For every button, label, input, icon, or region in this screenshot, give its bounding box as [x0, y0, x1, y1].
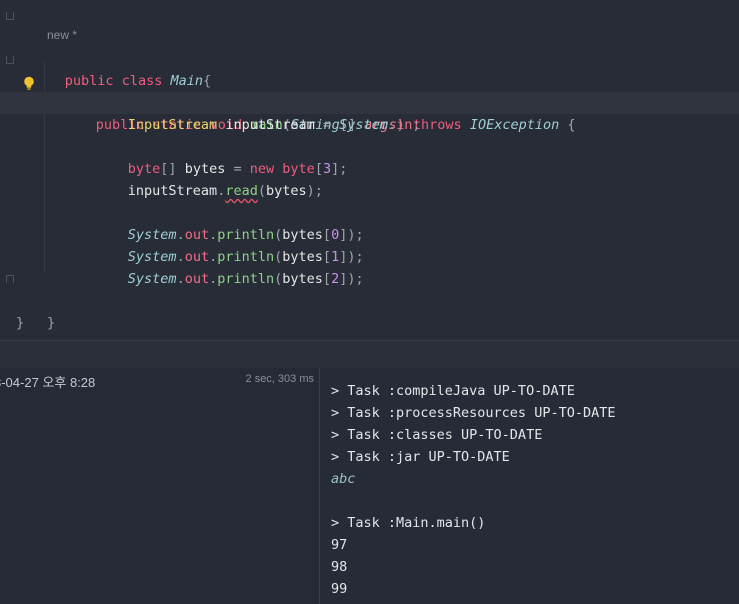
console-line: > Task :compileJava UP-TO-DATE: [331, 383, 575, 399]
console-input-echo: abc: [331, 471, 356, 487]
code-line-11[interactable]: System.out.println(bytes[2]);: [0, 224, 739, 287]
fold-marker-icon[interactable]: [6, 275, 14, 283]
fold-marker-icon[interactable]: [6, 12, 14, 20]
code-editor[interactable]: public class Main{ new * public static v…: [0, 0, 739, 340]
console-line: > Task :Main.main(): [331, 515, 486, 531]
code-line-4[interactable]: InputStream inputStream = System.in;: [0, 70, 739, 133]
run-history-panel[interactable]: [0, 368, 320, 604]
code-line-14[interactable]: }: [0, 290, 739, 331]
console-line: 99: [331, 581, 348, 597]
console-line: 97: [331, 537, 348, 553]
console-line: > Task :classes UP-TO-DATE: [331, 427, 543, 443]
code-line-9[interactable]: System.out.println(bytes[0]);: [0, 180, 739, 243]
tool-window-divider[interactable]: [0, 340, 739, 369]
fold-marker-icon[interactable]: [6, 56, 14, 64]
console-line: > Task :processResources UP-TO-DATE: [331, 405, 616, 421]
brace: }: [47, 315, 56, 331]
console-line: 98: [331, 559, 348, 575]
code-line-6[interactable]: byte[] bytes = new byte[3];: [0, 114, 739, 177]
console-line: > Task :jar UP-TO-DATE: [331, 449, 510, 465]
code-line-10[interactable]: System.out.println(bytes[1]);: [0, 202, 739, 265]
author-hint: new *: [47, 28, 78, 42]
code-line-3[interactable]: public static void main(String[] args) t…: [0, 48, 739, 133]
run-entry-date[interactable]: 3-04-27 오후 8:28: [0, 372, 95, 391]
code-line-1[interactable]: public class Main{: [0, 4, 739, 89]
code-line-7[interactable]: inputStream.read(bytes);: [0, 136, 739, 199]
bracket: ];: [331, 161, 348, 177]
code-line-5-current[interactable]: [0, 92, 739, 114]
code-line-13[interactable]: }: [0, 268, 739, 331]
number: 3: [322, 161, 332, 177]
brace: }: [16, 315, 25, 331]
run-entry-duration: 2 sec, 303 ms: [245, 373, 314, 385]
